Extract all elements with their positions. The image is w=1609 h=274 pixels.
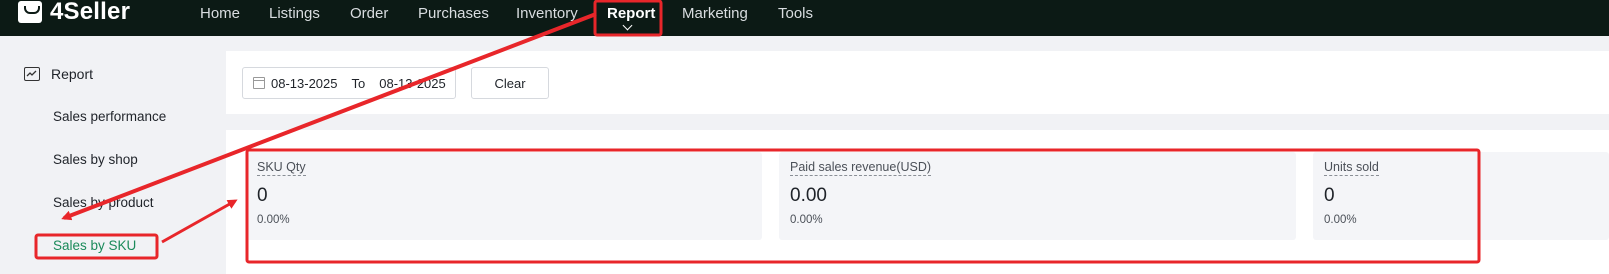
chart-line-icon (24, 67, 40, 81)
calendar-icon (253, 77, 265, 89)
sidebar-item-sales-performance[interactable]: Sales performance (53, 109, 166, 124)
nav-purchases[interactable]: Purchases (418, 5, 489, 22)
metric-label[interactable]: SKU Qty (257, 160, 306, 176)
sidebar-section-label: Report (51, 66, 94, 82)
date-range-picker[interactable]: 08-13-2025 To 08-13-2025 (242, 67, 456, 99)
chevron-down-icon (622, 20, 633, 31)
filter-panel: 08-13-2025 To 08-13-2025 Clear (226, 51, 1609, 114)
date-end[interactable]: 08-13-2025 (379, 76, 446, 91)
brand-logo[interactable]: 4Seller (18, 0, 130, 28)
top-nav-bar: 4Seller Home Listings Order Purchases In… (0, 0, 1609, 36)
metric-card-paid-sales-revenue: Paid sales revenue(USD) 0.00 0.00% (779, 152, 1296, 240)
nav-report[interactable]: Report (607, 5, 655, 22)
metric-value: 0.00 (790, 185, 827, 206)
sidebar-section-report[interactable]: Report (24, 66, 93, 82)
metric-value: 0 (1324, 185, 1335, 206)
date-start[interactable]: 08-13-2025 (271, 76, 338, 91)
metrics-panel: SKU Qty 0 0.00% Paid sales revenue(USD) … (226, 130, 1609, 274)
metric-label[interactable]: Paid sales revenue(USD) (790, 160, 932, 176)
metric-change: 0.00% (790, 214, 823, 226)
sidebar-item-sales-by-shop[interactable]: Sales by shop (53, 152, 138, 167)
metric-change: 0.00% (1324, 214, 1357, 226)
nav-home[interactable]: Home (200, 5, 240, 22)
metric-change: 0.00% (257, 214, 290, 226)
clear-button[interactable]: Clear (471, 67, 549, 99)
brand-name: 4Seller (50, 0, 131, 25)
metric-card-units-sold: Units sold 0 0.00% (1313, 152, 1609, 240)
bag-icon (18, 1, 42, 23)
metric-value: 0 (257, 185, 268, 206)
metric-card-sku-qty: SKU Qty 0 0.00% (246, 152, 762, 240)
sidebar-item-sales-by-sku[interactable]: Sales by SKU (53, 238, 136, 253)
sidebar: Report Sales performance Sales by shop S… (0, 36, 226, 274)
metric-label[interactable]: Units sold (1324, 160, 1379, 176)
nav-listings[interactable]: Listings (269, 5, 320, 22)
nav-inventory[interactable]: Inventory (516, 5, 578, 22)
nav-order[interactable]: Order (350, 5, 388, 22)
nav-marketing[interactable]: Marketing (682, 5, 748, 22)
date-to-label: To (351, 75, 366, 91)
nav-tools[interactable]: Tools (778, 5, 813, 22)
sidebar-item-sales-by-product[interactable]: Sales by product (53, 195, 154, 210)
